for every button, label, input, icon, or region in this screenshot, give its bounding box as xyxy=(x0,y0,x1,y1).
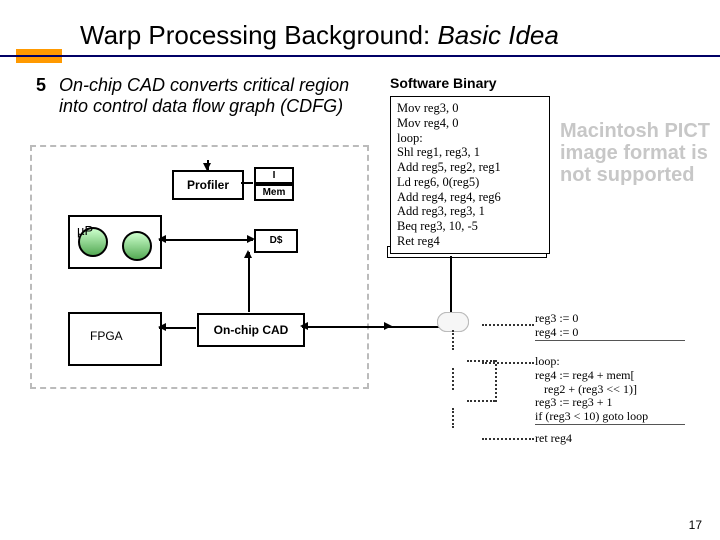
graph-node xyxy=(437,312,469,332)
arrowhead-icon xyxy=(158,323,166,331)
step: 5 On-chip CAD converts critical region i… xyxy=(36,75,359,116)
pict-error-text: Macintosh PICT image format is not suppo… xyxy=(560,120,720,186)
pseudo-block-2: loop: reg4 := reg4 + mem[ reg2 + (reg3 <… xyxy=(535,355,685,425)
arrow xyxy=(302,326,390,328)
code-line: Ld reg6, 0(reg5) xyxy=(397,175,543,190)
imem-box: I Mem xyxy=(254,167,294,209)
software-binary-heading: Software Binary xyxy=(390,75,497,91)
code-line: Add reg3, reg3, 1 xyxy=(397,204,543,219)
arrow xyxy=(241,182,253,184)
step-number: 5 xyxy=(36,75,54,96)
page-number: 17 xyxy=(689,518,702,532)
graph-edge xyxy=(467,400,495,402)
title-plain: Warp Processing Background: xyxy=(80,20,437,50)
mem-label: Mem xyxy=(254,184,294,201)
graph-edge xyxy=(452,408,454,428)
microprocessor-label: µP xyxy=(77,223,93,238)
dcache-box: D$ xyxy=(254,229,298,253)
mapping-line xyxy=(482,438,534,440)
graph-edge xyxy=(452,368,454,390)
pc-line: if (reg3 < 10) goto loop xyxy=(535,410,685,424)
code-line: loop: xyxy=(397,131,543,146)
mapping-line xyxy=(482,362,534,364)
pc-line: ret reg4 xyxy=(535,432,685,446)
pc-line: reg4 := reg4 + mem[ xyxy=(535,369,685,383)
arrowhead-icon xyxy=(247,235,255,243)
software-binary-code: Mov reg3, 0 Mov reg4, 0 loop: Shl reg1, … xyxy=(390,96,550,254)
pseudo-block-1: reg3 := 0 reg4 := 0 xyxy=(535,312,685,341)
code-line: Add reg4, reg4, reg6 xyxy=(397,190,543,205)
title-italic: Basic Idea xyxy=(437,20,558,50)
code-line: Ret reg4 xyxy=(397,234,543,249)
code-line: Add reg5, reg2, reg1 xyxy=(397,160,543,175)
arrow xyxy=(248,252,250,312)
pc-line: reg2 + (reg3 << 1)] xyxy=(535,383,685,397)
arrowhead-icon xyxy=(158,235,166,243)
pc-line: reg3 := reg3 + 1 xyxy=(535,396,685,410)
graph-edge xyxy=(452,330,454,350)
arrowhead-icon xyxy=(203,163,211,171)
chip-area: Profiler I Mem D$ µP FPGA On-chip CAD xyxy=(30,145,369,389)
profiler-box: Profiler xyxy=(172,170,244,200)
title-underline xyxy=(0,55,720,57)
i-label: I xyxy=(254,167,294,184)
code-line: Mov reg4, 0 xyxy=(397,116,543,131)
arrowhead-icon xyxy=(384,322,392,330)
fpga-label: FPGA xyxy=(90,329,123,343)
pc-line: reg3 := 0 xyxy=(535,312,685,326)
code-line: Shl reg1, reg3, 1 xyxy=(397,145,543,160)
code-line: Beq reg3, 10, -5 xyxy=(397,219,543,234)
mapping-line xyxy=(482,324,534,326)
pseudo-block-3: ret reg4 xyxy=(535,432,685,446)
step-desc: On-chip CAD converts critical region int… xyxy=(59,75,359,116)
pc-line: reg4 := 0 xyxy=(535,326,685,340)
pc-line: loop: xyxy=(535,355,685,369)
slide-title: Warp Processing Background: Basic Idea xyxy=(80,20,559,51)
graph-edge xyxy=(495,360,497,402)
arrowhead-icon xyxy=(244,250,252,258)
code-line: Mov reg3, 0 xyxy=(397,101,543,116)
gear-icon xyxy=(122,231,152,261)
cdfg-graph: ▢ xyxy=(393,312,513,452)
on-chip-cad-box: On-chip CAD xyxy=(197,313,305,347)
arrow xyxy=(159,239,253,241)
